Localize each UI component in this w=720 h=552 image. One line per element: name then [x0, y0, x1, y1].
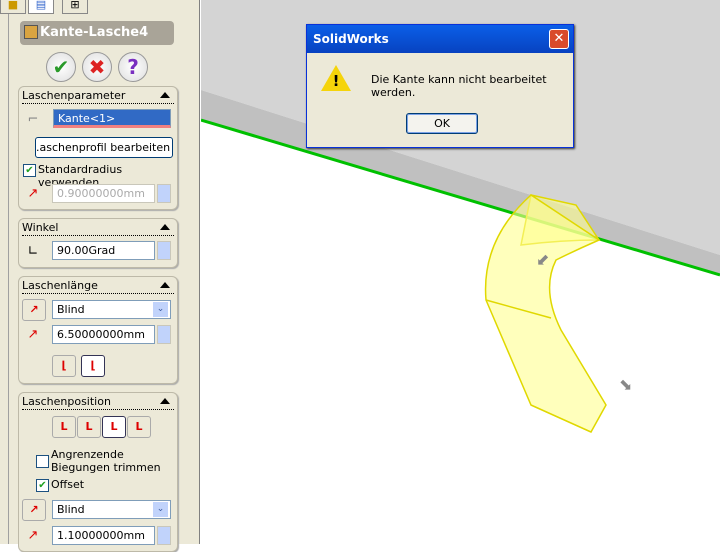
- manager-tabs: ■ ▤ ⊞: [0, 0, 200, 14]
- group-winkel: Winkel ∟ 90.00Grad: [18, 218, 178, 268]
- direction-arrow-icon: ↗: [29, 303, 39, 316]
- virtual-sharp-inner-icon: ⌊: [90, 359, 96, 372]
- group-header[interactable]: Laschenlänge: [22, 279, 174, 294]
- angle-icon: ∟: [27, 244, 39, 259]
- flange-preview: [484, 194, 607, 433]
- feature-title-text: Kante-Lasche4: [40, 25, 149, 40]
- configuration-icon: ⊞: [70, 0, 80, 11]
- reverse-direction-button[interactable]: ↗: [22, 299, 46, 321]
- ok-button[interactable]: OK: [406, 113, 478, 134]
- checkmark-icon: ✔: [52, 55, 70, 79]
- close-button[interactable]: ✕: [549, 29, 569, 49]
- dialog-title: SolidWorks: [313, 32, 389, 46]
- help-button[interactable]: ?: [118, 52, 148, 82]
- direction-arrow-icon: ↗: [29, 503, 39, 516]
- chevron-down-icon[interactable]: ⌄: [153, 302, 168, 317]
- trim-side-bends-label: Angrenzende Biegungen trimmen: [51, 448, 161, 474]
- edge-select-icon: ⌐: [27, 112, 39, 127]
- collapse-icon[interactable]: [160, 224, 170, 230]
- length-end-condition-select[interactable]: Blind ⌄: [52, 300, 171, 319]
- angle-spinner[interactable]: [157, 241, 171, 260]
- group-header[interactable]: Laschenposition: [22, 395, 174, 410]
- material-outside-icon: L: [85, 420, 93, 433]
- flange-length-spinner[interactable]: [157, 325, 171, 344]
- offset-end-condition-select[interactable]: Blind ⌄: [52, 500, 171, 519]
- selected-value: Blind: [57, 303, 85, 316]
- offset-reverse-direction-button[interactable]: ↗: [22, 499, 46, 521]
- header-label: Winkel: [22, 221, 59, 234]
- offset-label: Offset: [51, 478, 85, 491]
- group-laschenposition: Laschenposition L L L L Angrenzende Bieg…: [18, 392, 178, 552]
- material-outside-button[interactable]: L: [77, 416, 101, 438]
- edge-flange-icon: [24, 25, 38, 39]
- group-header[interactable]: Laschenparameter: [22, 89, 174, 104]
- collapse-icon[interactable]: [160, 282, 170, 288]
- trim-side-bends-checkbox[interactable]: [36, 455, 49, 468]
- group-laschenparameter: Laschenparameter ⌐ Kante<1> .aschenprofi…: [18, 86, 178, 210]
- angle-field[interactable]: 90.00Grad: [52, 241, 155, 260]
- handle-arrow-icon[interactable]: ⬊: [619, 375, 632, 394]
- flange-length-field[interactable]: 6.50000000mm: [52, 325, 155, 344]
- direction-arrow-icon[interactable]: ⬋: [536, 250, 549, 269]
- collapse-icon[interactable]: [160, 92, 170, 98]
- bend-radius-icon: ↗: [27, 186, 39, 201]
- close-icon: ✕: [553, 31, 565, 46]
- virtual-sharp-outer-icon: ⌊: [61, 359, 67, 372]
- dialog-message: Die Kante kann nicht bearbeitet werden.: [371, 73, 547, 99]
- tab-property-manager[interactable]: ▤: [28, 0, 54, 14]
- use-default-radius-checkbox[interactable]: ✔: [23, 164, 36, 177]
- warning-exclamation-icon: !: [332, 72, 340, 90]
- group-header[interactable]: Winkel: [22, 221, 174, 236]
- length-dimension-icon: ↗: [27, 327, 39, 342]
- property-manager: ■ ▤ ⊞ Kante-Lasche4 ✔ ✖ ? Laschenparamet…: [0, 0, 200, 552]
- header-label: Laschenposition: [22, 395, 111, 408]
- question-icon: ?: [127, 55, 139, 79]
- tab-configuration-manager[interactable]: ⊞: [62, 0, 88, 14]
- divider: [8, 14, 9, 544]
- inner-virtual-sharp-button[interactable]: ⌊: [81, 355, 105, 377]
- bend-radius-field[interactable]: 0.90000000mm: [52, 184, 155, 203]
- offset-distance-spinner[interactable]: [157, 526, 171, 545]
- offset-distance-field[interactable]: 1.10000000mm: [52, 526, 155, 545]
- message-dialog: SolidWorks ✕ ! Die Kante kann nicht bear…: [306, 24, 574, 148]
- bend-virtual-sharp-icon: L: [135, 420, 143, 433]
- ok-button[interactable]: ✔: [46, 52, 76, 82]
- property-icon: ▤: [35, 0, 47, 11]
- offset-checkbox[interactable]: ✔: [36, 479, 49, 492]
- edit-flange-profile-button[interactable]: .aschenprofil bearbeiten: [35, 137, 173, 158]
- material-inside-button[interactable]: L: [52, 416, 76, 438]
- header-label: Laschenparameter: [22, 89, 126, 102]
- feature-tree-icon: ■: [7, 0, 19, 11]
- bend-radius-spinner[interactable]: [157, 184, 171, 203]
- cancel-button[interactable]: ✖: [82, 52, 112, 82]
- tab-feature-manager[interactable]: ■: [0, 0, 26, 14]
- bend-outside-button[interactable]: L: [102, 416, 126, 438]
- x-icon: ✖: [88, 55, 106, 79]
- feature-title: Kante-Lasche4: [20, 21, 174, 45]
- edge-selection-field[interactable]: Kante<1>: [53, 109, 171, 128]
- chevron-down-icon[interactable]: ⌄: [153, 502, 168, 517]
- outer-virtual-sharp-button[interactable]: ⌊: [52, 355, 76, 377]
- group-laschenlaenge: Laschenlänge ↗ Blind ⌄ ↗ 6.50000000mm ⌊ ⌊: [18, 276, 178, 384]
- dialog-titlebar[interactable]: SolidWorks: [307, 25, 573, 53]
- bend-outside-icon: L: [110, 420, 118, 433]
- collapse-icon[interactable]: [160, 398, 170, 404]
- bend-from-virtual-sharp-button[interactable]: L: [127, 416, 151, 438]
- header-label: Laschenlänge: [22, 279, 98, 292]
- selected-value: Blind: [57, 503, 85, 516]
- material-inside-icon: L: [60, 420, 68, 433]
